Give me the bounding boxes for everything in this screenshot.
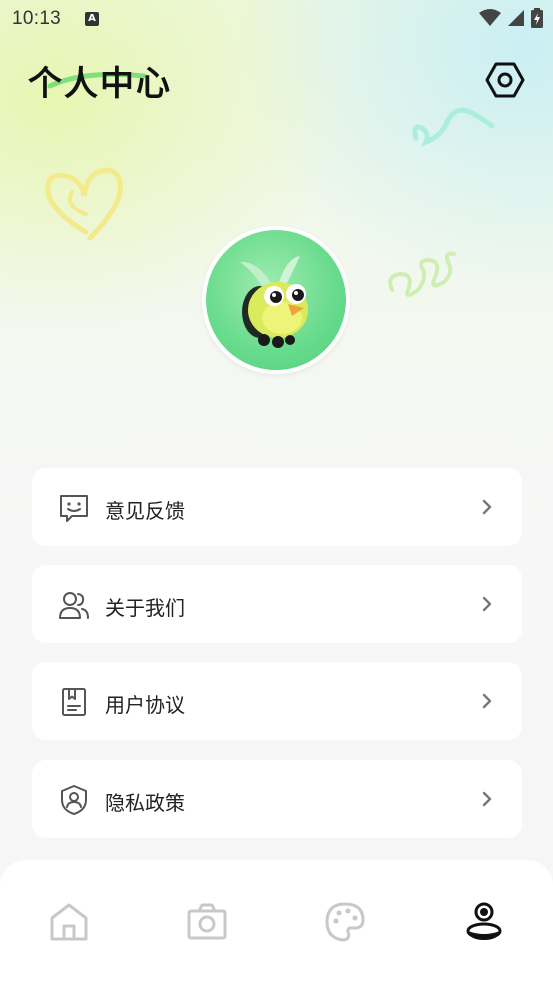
status-time: 10:13 [12,8,62,29]
signal-icon [508,10,524,26]
users-icon [59,592,89,619]
squiggle-doodle [412,107,495,147]
profile-icon [466,902,502,940]
settings-button[interactable] [484,60,526,100]
heart-doodle [45,167,123,241]
menu-label-about: 关于我们 [105,596,185,620]
wifi-icon [479,9,501,26]
tab-camera[interactable] [185,900,229,944]
status-bar: 10:13 A [0,0,553,38]
settings-hexagon-icon [485,62,525,98]
chevron-right-icon [482,693,492,709]
profile-avatar[interactable] [202,226,350,374]
home-icon [50,903,88,941]
bird-mascot-avatar [240,256,308,348]
chevron-right-icon [482,596,492,612]
menu-item-feedback[interactable]: 意见反馈 [32,468,522,546]
menu-label-feedback: 意见反馈 [105,499,185,523]
feedback-icon [60,495,88,522]
menu-item-privacy[interactable]: 隐私政策 [32,760,522,838]
menu-item-agreement[interactable]: 用户协议 [32,662,522,740]
menu-item-about[interactable]: 关于我们 [32,565,522,643]
page-title: 个人中心 [28,64,172,104]
spiral-doodle [388,251,456,297]
menu-label-privacy: 隐私政策 [105,791,185,815]
chevron-right-icon [482,791,492,807]
bottom-tab-bar [0,860,553,984]
tab-profile[interactable] [462,900,506,944]
tab-home[interactable] [47,900,91,944]
menu-label-agreement: 用户协议 [105,693,185,717]
battery-icon [531,8,543,28]
privacy-shield-icon [61,785,87,815]
chevron-right-icon [482,499,492,515]
agreement-icon [62,688,86,716]
notification-badge: A [85,12,100,26]
tab-palette[interactable] [323,900,367,944]
status-icons [479,8,543,28]
palette-icon [325,902,365,942]
camera-icon [187,903,227,940]
